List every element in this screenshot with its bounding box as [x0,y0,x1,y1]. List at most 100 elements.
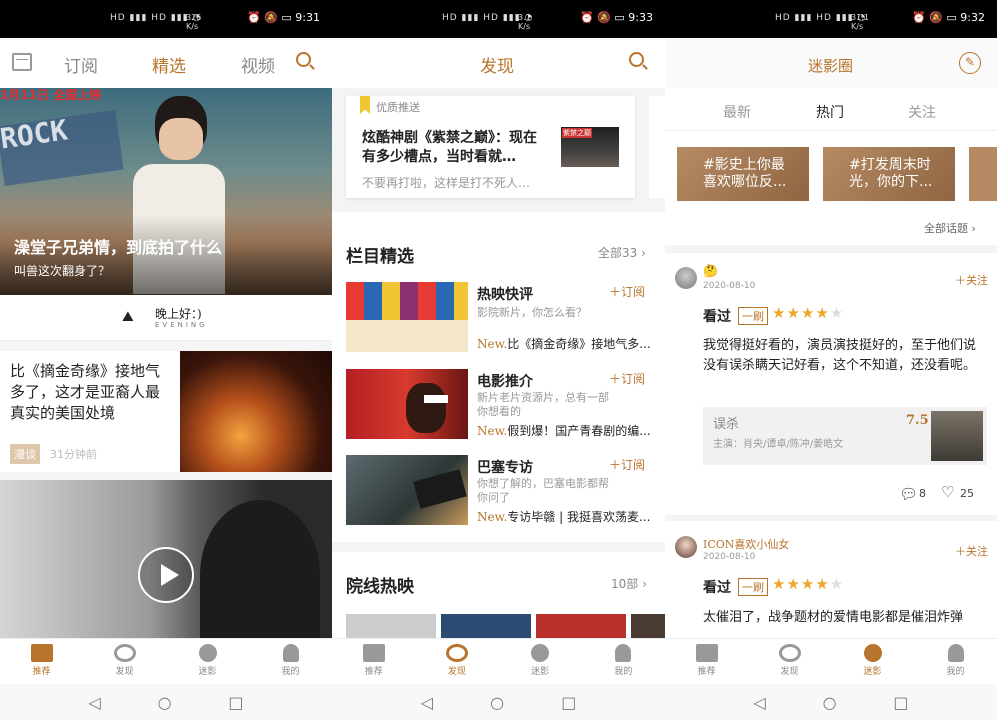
nav-label: 我的 [946,667,965,677]
eye-icon [113,644,136,662]
section-title: 院线热映 [346,577,414,597]
follow-button[interactable]: ＋关注 [955,543,988,559]
follow-button[interactable]: ＋关注 [955,272,988,288]
video-card[interactable] [0,480,332,638]
column-thumbnail [346,282,468,352]
all-topics-link[interactable]: 全部话题 › [924,220,976,236]
recent-apps-icon[interactable]: □ [561,693,576,712]
new-label: New. [477,424,508,438]
home-icon[interactable]: ○ [823,693,837,712]
featured-title: 炫酷神剧《紫禁之巅》：现在有多少槽点，当时看就… [362,130,537,165]
article-time: 31分钟前 [50,448,97,461]
post-card[interactable]: ICON喜欢小仙女 2020-08-10 ＋关注 看过 一刷 ★★★★★ 太催泪… [665,521,997,638]
column-item[interactable]: 电影推介 ＋订阅 新片老片资源片，总有一部你想看的 New.假到爆！国产青春剧的… [346,369,651,439]
nav-recommend[interactable]: 推荐 [332,639,415,684]
user-name[interactable]: ICON喜欢小仙女 [703,536,789,552]
comment-icon[interactable]: 💬︎ [899,485,918,503]
column-new: New.比《摘金奇缘》接地气多... [477,335,651,352]
nav-fans[interactable]: 迷影 [166,639,249,684]
home-icon[interactable]: ○ [158,693,172,712]
status-bar: HD ▮▮▮ HD ▮▮▮ ◔ 31.1 K/s ⏰ 🔕 ▭ 9:32 [665,0,997,38]
article-tag[interactable]: 漫谈 [10,444,40,464]
nav-discover[interactable]: 发现 [415,639,498,684]
section-more-link[interactable]: 10部 › [611,575,647,592]
cinema-section: 院线热映 10部 › [332,552,665,638]
tab-featured[interactable]: 精选 [152,52,186,77]
seen-label: 看过 [703,309,731,325]
fans-screen: HD ▮▮▮ HD ▮▮▮ ◔ 31.1 K/s ⏰ 🔕 ▭ 9:32 迷影圈 … [665,0,997,720]
article-card[interactable]: 比《摘金奇缘》接地气多了，这才是亚裔人最真实的美国处境 漫谈 31分钟前 [0,341,332,480]
grid-icon [30,644,53,662]
post-card[interactable]: 🤔 2020-08-10 ＋关注 看过 一刷 ★★★★★ 我觉得挺好看的，演员演… [665,253,997,515]
nav-label: 发现 [447,667,466,677]
topic-card-peek[interactable] [969,147,997,201]
search-icon[interactable] [629,52,648,70]
time-text: 9:33 [628,11,653,24]
grid-icon [362,644,385,662]
greeting-main: 晚上好：) [155,307,202,321]
nav-label: 我的 [614,667,633,677]
topic-card[interactable]: #打发周末时光，你的下... [823,147,955,201]
bookmark-icon [360,96,370,114]
movie-poster[interactable] [631,614,665,638]
system-nav: ◁ ○ □ [332,684,665,720]
post-text: 我觉得挺好看的，演员演技挺好的，至于他们说没有误杀瞒天记好看，这个不知道，还没看… [703,338,977,373]
subscribe-button[interactable]: ＋订阅 [609,370,645,387]
recent-apps-icon[interactable]: □ [893,693,908,712]
edit-icon[interactable]: ✎ [959,52,981,74]
back-icon[interactable]: ◁ [753,693,765,712]
movie-poster[interactable] [536,614,626,638]
column-title: 电影推介 [477,374,533,390]
column-item[interactable]: 巴塞专访 ＋订阅 你想了解的，巴塞电影都帮你问了 New.专访毕赣 | 我挺喜欢… [346,455,651,525]
poster-text: 1月11日 全国上映 [0,88,102,102]
recommend-screen: HD ▮▮▮ HD ▮▮▮ ◔ 326 K/s ⏰ 🔕 ▭ 9:31 订阅 精选… [0,0,332,720]
nav-fans[interactable]: 迷影 [499,639,582,684]
movie-score: 7.5 [906,413,929,428]
subscribe-button[interactable]: ＋订阅 [609,456,645,473]
topic-card[interactable]: #影史上你最喜欢哪位反... [677,147,809,201]
nav-recommend[interactable]: 推荐 [0,639,83,684]
movie-poster[interactable] [441,614,531,638]
home-icon[interactable]: ○ [490,693,504,712]
column-item[interactable]: 热映快评 ＋订阅 影院新片，你怎么看？ New.比《摘金奇缘》接地气多... [346,282,651,352]
featured-card[interactable]: 优质推送 炫酷神剧《紫禁之巅》：现在有多少槽点，当时看就… 不要再打啦，这样是打… [346,96,635,198]
watch-count-badge: 一刷 [738,307,768,325]
column-title: 巴塞专访 [477,460,533,476]
next-card-peek [649,96,665,198]
subscribe-button[interactable]: ＋订阅 [609,283,645,300]
calendar-icon[interactable] [12,53,32,71]
search-icon[interactable] [296,52,315,70]
nav-label: 发现 [115,667,134,677]
hero-banner[interactable]: 1月11日 全国上映 ROCK 澡堂子兄弟情，到底拍了什么 叫兽这次翻身了？ [0,88,332,295]
tab-follow[interactable]: 关注 [908,102,936,122]
status-bar: HD ▮▮▮ HD ▮▮▮ ◔ 326 K/s ⏰ 🔕 ▭ 9:31 [0,0,332,38]
eye-icon [778,644,801,662]
like-icon[interactable]: ♡ [941,483,954,501]
nav-mine[interactable]: 我的 [914,639,997,684]
nav-discover[interactable]: 发现 [83,639,166,684]
tab-hot[interactable]: 热门 [816,102,844,122]
column-thumbnail [346,455,468,525]
column-title: 热映快评 [477,287,533,303]
nav-recommend[interactable]: 推荐 [665,639,748,684]
nav-mine[interactable]: 我的 [582,639,665,684]
avatar[interactable] [675,267,697,289]
bottom-nav: 推荐 发现 迷影 我的 [332,638,665,684]
section-more-link[interactable]: 全部33 › [598,244,646,261]
nav-mine[interactable]: 我的 [249,639,332,684]
tab-latest[interactable]: 最新 [723,102,751,122]
play-button-icon[interactable] [138,547,194,603]
recent-apps-icon[interactable]: □ [228,693,243,712]
tab-subscribe[interactable]: 订阅 [64,52,98,77]
back-icon[interactable]: ◁ [421,693,433,712]
time-text: 9:31 [295,11,320,24]
back-icon[interactable]: ◁ [88,693,100,712]
nav-fans[interactable]: 迷影 [831,639,914,684]
movie-poster[interactable] [346,614,436,638]
nav-discover[interactable]: 发现 [748,639,831,684]
like-count: 25 [960,487,974,500]
post-date: 2020-08-10 [703,552,756,562]
avatar[interactable] [675,536,697,558]
tab-video[interactable]: 视频 [241,52,275,77]
movie-card[interactable]: 误杀 7.5 主演：肖央/谭卓/陈冲/姜皓文 [703,407,987,465]
